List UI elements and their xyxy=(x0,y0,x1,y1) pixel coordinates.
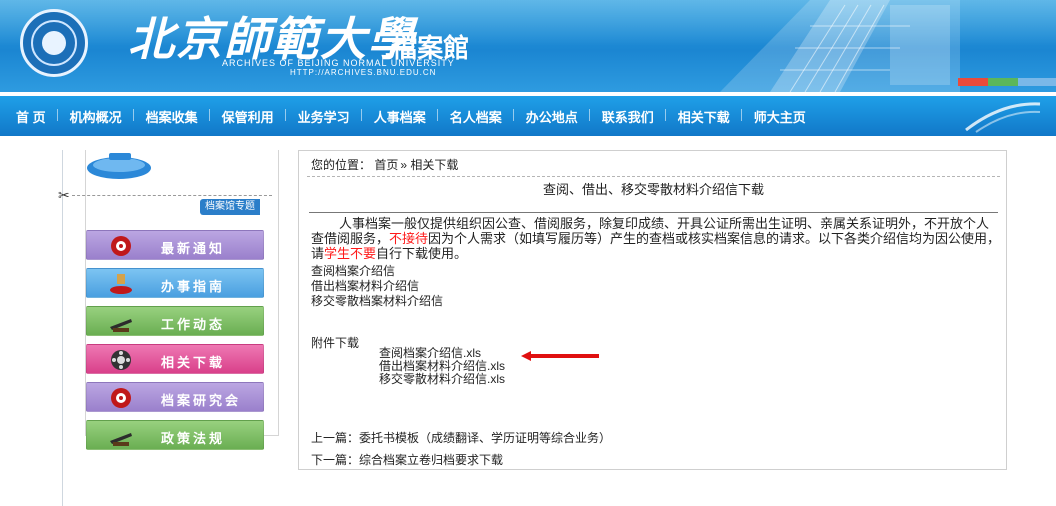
sidebar-item-label: 最新通知 xyxy=(161,241,226,256)
next-article-link[interactable]: 下一篇：综合档案立卷归档要求下载 xyxy=(311,449,611,471)
brand-url: HTTP://ARCHIVES.BNU.EDU.CN xyxy=(290,68,437,77)
nav-university-home[interactable]: 师大主页 xyxy=(742,107,818,126)
nav-about[interactable]: 机构概况 xyxy=(58,107,134,126)
prev-next-links: 上一篇：委托书模板（成绩翻译、学历证明等综合业务） 下一篇：综合档案立卷归档要求… xyxy=(311,427,611,471)
breadcrumb-divider xyxy=(307,176,1000,177)
topic-tag[interactable]: 档案馆专题 xyxy=(200,199,260,215)
nav-storage-use[interactable]: 保管利用 xyxy=(210,107,286,126)
sidebar-item-label: 档案研究会 xyxy=(161,393,242,408)
nav-celebrity-archives[interactable]: 名人档案 xyxy=(438,107,514,126)
article-title: 查阅、借出、移交零散材料介绍信下载 xyxy=(542,182,764,197)
film-reel-icon xyxy=(111,350,131,370)
article-body: 人事档案一般仅提供组织因公查、借阅服务，除复印成绩、开具公证所需出生证明、亲属关… xyxy=(311,216,1001,261)
stamp-icon xyxy=(110,274,132,294)
sidebar-item-research-society[interactable]: 档案研究会 xyxy=(86,382,264,412)
header-stripe-red xyxy=(958,78,988,86)
badge-icon xyxy=(111,388,131,408)
header-stripe-blue xyxy=(1018,78,1056,86)
highlight-no-service: 不接待 xyxy=(389,231,429,246)
prev-article-link[interactable]: 上一篇：委托书模板（成绩翻译、学历证明等综合业务） xyxy=(311,427,611,449)
paragraph-text-c: 自行下载使用。 xyxy=(376,246,468,261)
link-transfer-letter[interactable]: 移交零散档案材料介绍信 xyxy=(311,294,443,309)
nav-home[interactable]: 首 页 xyxy=(4,107,58,126)
nav-study[interactable]: 业务学习 xyxy=(286,107,362,126)
brand-english: ARCHIVES OF BEIJING NORMAL UNIVERSITY xyxy=(222,58,455,68)
brush-icon xyxy=(110,433,132,446)
seal-core xyxy=(42,31,66,55)
nav-personnel-archives[interactable]: 人事档案 xyxy=(362,107,438,126)
brush-icon xyxy=(110,319,132,332)
swoosh-decoration xyxy=(965,102,1041,133)
breadcrumb-separator: » xyxy=(400,158,408,172)
cut-line xyxy=(72,195,272,196)
nav-items: 首 页 机构概况 档案收集 保管利用 业务学习 人事档案 名人档案 办公地点 联… xyxy=(4,96,818,136)
breadcrumb-home[interactable]: 首页 xyxy=(374,158,398,172)
letter-links: 查阅档案介绍信 借出档案材料介绍信 移交零散档案材料介绍信 xyxy=(311,264,443,309)
sidebar-item-downloads[interactable]: 相关下载 xyxy=(86,344,264,374)
brand-title: 北京師範大學 xyxy=(128,12,416,66)
sidebar-menu: 最新通知 办事指南 工作动态 相关下载 档案研究会 政策法规 xyxy=(86,230,264,458)
archives-small-logo xyxy=(87,153,151,179)
header-stripe-green xyxy=(988,78,1018,86)
highlight-students: 学生不要 xyxy=(324,246,377,261)
article-panel: 您的位置： 首页» 相关下载 查阅、借出、移交零散材料介绍信下载 人事档案一般仅… xyxy=(298,150,1007,470)
breadcrumb: 您的位置： 首页» 相关下载 xyxy=(311,156,458,173)
attachments-heading: 附件下载 xyxy=(311,336,360,350)
building-illustration xyxy=(720,0,960,92)
breadcrumb-prefix: 您的位置： xyxy=(311,158,372,172)
main-nav: 首 页 机构概况 档案收集 保管利用 业务学习 人事档案 名人档案 办公地点 联… xyxy=(0,96,1056,136)
sidebar-item-label: 办事指南 xyxy=(161,279,226,294)
sidebar-item-policies[interactable]: 政策法规 xyxy=(86,420,264,450)
attachment-list: 查阅档案介绍信.xls 借出档案材料介绍信.xls 移交零散材料介绍信.xls xyxy=(379,347,505,386)
link-borrow-letter[interactable]: 借出档案材料介绍信 xyxy=(311,279,443,294)
scissors-icon: ✂ xyxy=(58,187,70,203)
sidebar-item-label: 相关下载 xyxy=(161,355,226,370)
sidebar-item-notices[interactable]: 最新通知 xyxy=(86,230,264,260)
nav-office-location[interactable]: 办公地点 xyxy=(514,107,590,126)
sidebar-item-guide[interactable]: 办事指南 xyxy=(86,268,264,298)
title-rule xyxy=(309,212,998,213)
nav-contact[interactable]: 联系我们 xyxy=(590,107,666,126)
university-seal-logo xyxy=(20,9,88,77)
sidebar-item-label: 政策法规 xyxy=(161,431,226,446)
annotation-arrow xyxy=(521,351,599,361)
file-transfer-xls[interactable]: 移交零散材料介绍信.xls xyxy=(379,373,505,386)
nav-downloads[interactable]: 相关下载 xyxy=(666,107,742,126)
badge-icon xyxy=(111,236,131,256)
nav-collection[interactable]: 档案收集 xyxy=(134,107,210,126)
site-header: 北京師範大學 .檔案館 ARCHIVES OF BEIJING NORMAL U… xyxy=(0,0,1056,92)
link-consult-letter[interactable]: 查阅档案介绍信 xyxy=(311,264,443,279)
article-paragraph: 人事档案一般仅提供组织因公查、借阅服务，除复印成绩、开具公证所需出生证明、亲属关… xyxy=(311,216,1001,261)
breadcrumb-current[interactable]: 相关下载 xyxy=(410,158,458,172)
sidebar-item-news[interactable]: 工作动态 xyxy=(86,306,264,336)
sidebar-item-label: 工作动态 xyxy=(161,317,226,332)
